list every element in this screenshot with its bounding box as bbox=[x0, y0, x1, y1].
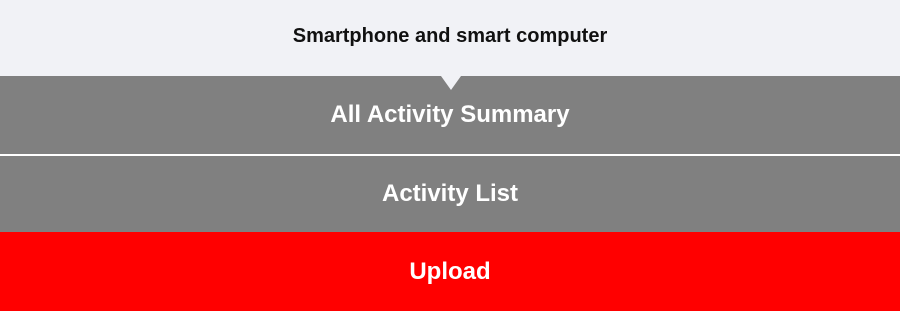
activity-list-label: Activity List bbox=[381, 180, 519, 207]
pointer-arrow-icon bbox=[441, 76, 461, 90]
activity-list-button[interactable]: Activity List bbox=[0, 156, 900, 232]
page-title: Smartphone and smart computer bbox=[292, 25, 608, 47]
header: Smartphone and smart computer bbox=[0, 0, 900, 76]
upload-label: Upload bbox=[409, 257, 491, 285]
app-window: Smartphone and smart computer All Activi… bbox=[0, 0, 900, 311]
upload-button[interactable]: Upload bbox=[0, 232, 900, 311]
all-activity-summary-label: All Activity Summary bbox=[330, 101, 570, 128]
